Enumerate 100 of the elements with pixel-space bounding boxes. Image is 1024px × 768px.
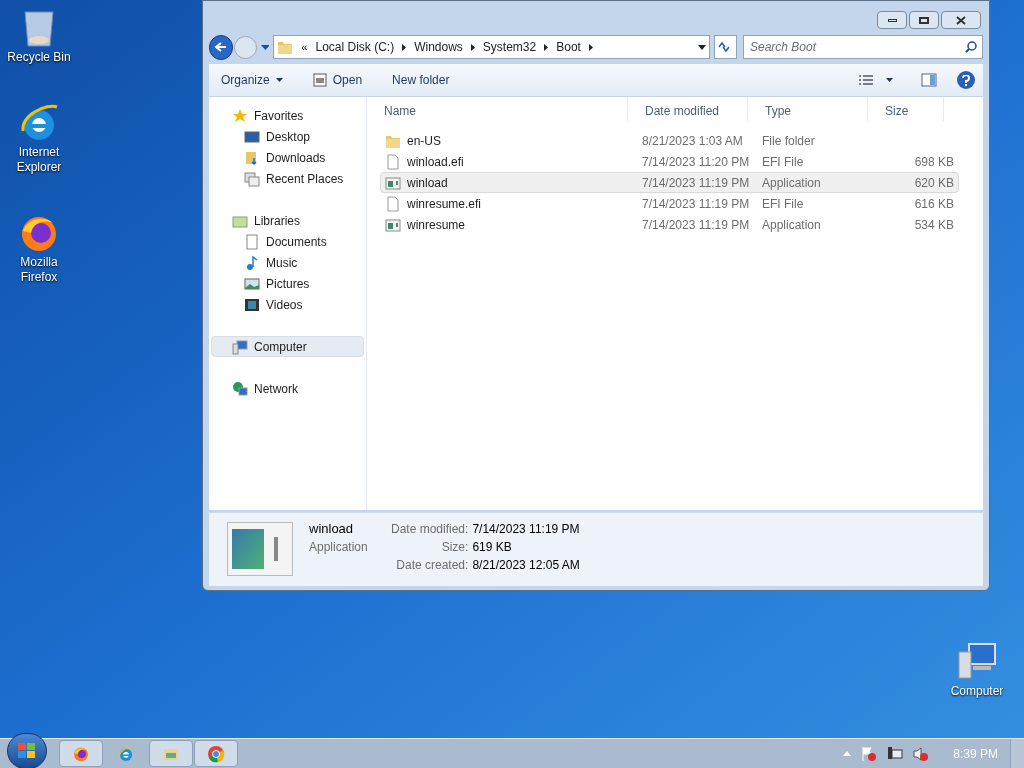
nav-item[interactable]: Favorites [211,105,364,126]
address-bar[interactable]: « Local Disk (C:) Windows System32 Boot [273,35,710,59]
file-name: winresume.efi [407,195,482,213]
window-icon [385,216,401,233]
start-button[interactable] [7,732,47,768]
window-stack-icon [244,170,260,187]
details-label: Date created: [395,557,469,574]
file-row[interactable]: winresume.efi 7/14/2023 11:19 PM EFI File 616 KB [380,193,959,214]
details-file-name: winload [309,520,355,538]
column-header[interactable]: Size [868,97,944,121]
size-cell-text: 620 KB [913,174,955,192]
back-arrow-icon [215,42,228,52]
caret-icon [886,78,893,82]
picture-icon [244,275,260,292]
globe-computer-icon [232,380,248,397]
blank-file-icon [385,153,401,170]
close-icon [956,15,966,25]
application-thumbnail [227,522,293,576]
search-icon [965,41,977,53]
nav-item[interactable]: Recent Places [211,168,364,189]
nav-item[interactable]: Desktop [211,126,364,147]
size-cell-text: 698 KB [913,153,955,171]
help-button[interactable] [957,71,975,89]
maximize-button[interactable] [909,11,939,29]
refresh-button[interactable] [713,35,737,59]
help-icon [962,74,970,86]
details-value: 8/21/2023 12:05 AM [472,557,580,574]
desktop-icon-label[interactable]: Recycle Bin [1,50,77,65]
taskbar-button[interactable] [194,740,238,767]
taskbar-button[interactable] [59,740,103,767]
breadcrumb-segment[interactable]: System32 [482,38,537,56]
breadcrumb-segment[interactable]: Windows [414,38,463,56]
nav-item[interactable]: Documents [211,231,364,252]
search-field[interactable]: Search Boot [743,35,983,59]
nav-item[interactable]: Network [211,378,364,399]
arrow-right-icon [588,43,593,51]
breadcrumb-segment[interactable]: Boot [556,38,581,56]
nav-item[interactable]: Downloads [211,147,364,168]
details-file-type: Application [309,539,369,556]
desktop-icon-label[interactable]: Computer [950,684,1004,699]
date-cell-text: 8/21/2023 1:03 AM [642,132,744,150]
film-icon [244,296,260,313]
caret-icon [260,44,270,50]
speaker-muted-icon [913,745,930,762]
caret-up-icon [843,751,852,756]
type-cell-text: EFI File [762,153,805,171]
details-value: 7/14/2023 11:19 PM [472,521,580,538]
file-row[interactable]: winload.efi 7/14/2023 11:20 PM EFI File 698 KB [380,151,959,172]
column-header[interactable]: Date modified [628,97,748,121]
file-row[interactable]: en-US 8/21/2023 1:03 AM File folder [380,130,959,151]
date-cell-text: 7/14/2023 11:19 PM [642,216,751,234]
back-button[interactable] [209,34,234,60]
nav-item[interactable]: Computer [211,336,364,357]
chrome-icon [206,743,226,764]
caret-icon [697,44,706,50]
toolbar-button[interactable]: Open [308,68,367,92]
file-name: winresume [407,216,466,234]
network-computer-icon [887,745,904,762]
computer-icon [232,338,248,355]
file-row[interactable]: winload 7/14/2023 11:19 PM Application 620 KB [380,172,959,193]
folder-icon [277,39,294,55]
window-icon [312,73,327,87]
details-label: Date modified: [391,521,469,538]
file-name: en-US [407,132,441,150]
breadcrumb-segment[interactable]: Local Disk (C:) [315,38,395,56]
close-button[interactable] [941,11,981,29]
file-row[interactable]: winresume 7/14/2023 11:19 PM Application 534 KB [380,214,959,235]
date-cell-text: 7/14/2023 11:19 PM [642,195,751,213]
browser-e-icon [117,744,135,763]
folder-icon [244,149,260,166]
type-cell-text: File folder [762,132,816,150]
monitor-icon [244,128,260,145]
overflow-chevron[interactable]: « [301,38,308,56]
type-cell-text: EFI File [762,195,805,213]
column-header[interactable]: Type [748,97,868,121]
file-name: winload.efi [407,153,464,171]
star-icon [232,107,248,124]
nav-item[interactable]: Libraries [211,210,364,231]
file-name: winload [407,174,448,192]
nav-item[interactable]: Videos [211,294,364,315]
arrow-right-icon [544,43,549,51]
nav-item[interactable]: Pictures [211,273,364,294]
desktop-icon-label[interactable]: Internet Explorer [1,145,77,175]
date-cell-text: 7/14/2023 11:20 PM [642,153,751,171]
blank-file-icon [385,195,401,212]
toolbar-button[interactable]: Organize [217,68,287,92]
document-icon [244,233,260,250]
nav-item[interactable]: Music [211,252,364,273]
toolbar-button[interactable]: New folder [388,68,454,92]
flag-error-icon [861,745,878,762]
windows-logo-icon [18,742,36,759]
desktop-icon-label[interactable]: Mozilla Firefox [1,255,77,285]
type-cell-text: Application [762,174,822,192]
type-cell-text: Application [762,216,822,234]
date-cell-text: 7/14/2023 11:19 PM [642,174,751,192]
arrow-right-icon [470,43,475,51]
window-icon [385,174,401,191]
list-view-icon [858,74,874,86]
minimize-button[interactable] [877,11,907,29]
column-header[interactable]: Name [367,97,628,121]
